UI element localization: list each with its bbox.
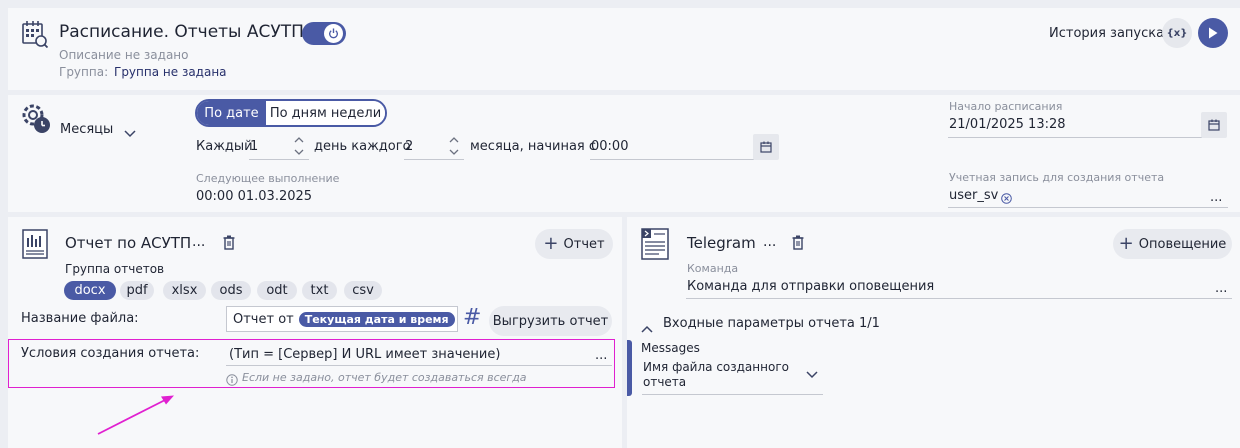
conditions-label: Условия создания отчета: — [21, 346, 200, 361]
account-chip: user_sv — [949, 188, 999, 203]
export-report-button[interactable]: Выгрузить отчет — [489, 306, 612, 336]
months-from-label: месяца, начиная с — [470, 139, 597, 154]
schedule-start-underline — [948, 137, 1202, 138]
format-chip-txt[interactable]: txt — [302, 281, 337, 300]
conditions-value[interactable]: (Тип = [Сервер] И URL имеет значение) — [229, 347, 500, 362]
report-more-button[interactable]: ... — [192, 234, 205, 250]
messages-underline — [642, 394, 823, 395]
add-notification-button[interactable]: + Оповещение — [1113, 229, 1232, 259]
report-delete-icon[interactable] — [223, 235, 235, 254]
chevron-up-icon[interactable] — [641, 318, 653, 337]
conditions-hint: Если не задано, отчет будет создаваться … — [242, 371, 527, 384]
start-time-underline — [590, 159, 754, 160]
command-label: Команда — [687, 262, 739, 275]
day-of-each-label: день каждого — [314, 139, 411, 154]
add-report-button[interactable]: + Отчет — [535, 229, 613, 259]
schedule-mode-tabs: По дате По дням недели — [195, 99, 387, 127]
conditions-more-button[interactable]: ... — [595, 348, 607, 363]
filename-label: Название файла: — [21, 311, 139, 326]
calendar-schedule-icon — [22, 20, 49, 52]
account-underline — [948, 207, 1228, 208]
conditions-underline — [226, 365, 612, 366]
schedule-panel: Месяцы По дате По дням недели Каждый 1 д… — [8, 95, 1240, 212]
format-chip-docx[interactable]: docx — [64, 281, 116, 300]
hash-icon[interactable]: # — [463, 305, 481, 330]
start-calendar-button[interactable] — [1201, 112, 1227, 138]
input-params-header[interactable]: Входные параметры отчета 1/1 — [663, 316, 880, 331]
messages-label: Messages — [641, 341, 700, 355]
page-title: Расписание. Отчеты АСУТП — [59, 22, 304, 42]
format-chip-xlsx[interactable]: xlsx — [163, 281, 206, 300]
months-underline — [404, 159, 464, 160]
next-run-label: Следующее выполнение — [196, 172, 340, 185]
period-select-value[interactable]: Месяцы — [60, 122, 113, 137]
chevron-down-icon[interactable] — [806, 364, 818, 383]
command-input[interactable]: Команда для отправки оповещения — [687, 279, 934, 294]
calendar-icon — [1208, 119, 1220, 131]
format-chip-csv[interactable]: csv — [344, 281, 382, 300]
format-chip-pdf[interactable]: pdf — [120, 281, 154, 300]
start-time-input[interactable]: 00:00 — [591, 139, 628, 154]
report-document-icon — [22, 229, 48, 263]
account-label: Учетная запись для создания отчета — [949, 171, 1165, 184]
every-label: Каждый — [196, 139, 253, 154]
plus-icon: + — [1118, 233, 1134, 254]
play-icon — [1209, 27, 1218, 39]
calendar-icon — [760, 141, 772, 153]
variables-button[interactable]: {x} — [1162, 18, 1192, 48]
annotation-arrow — [97, 395, 174, 435]
schedule-start-label: Начало расписания — [949, 100, 1063, 113]
schedule-clock-gear-icon — [20, 102, 52, 138]
header-panel: Расписание. Отчеты АСУТП Описание не зад… — [8, 8, 1240, 90]
filename-prefix: Отчет от — [233, 311, 294, 327]
tab-by-date[interactable]: По дате — [197, 101, 266, 125]
notification-panel: Telegram ... + Оповещение Команда Команд… — [627, 217, 1240, 448]
format-chip-ods[interactable]: ods — [211, 281, 251, 300]
telegram-document-icon — [641, 228, 669, 264]
tab-by-weekdays[interactable]: По дням недели — [266, 101, 385, 125]
next-run-value: 00:00 01.03.2025 — [196, 189, 313, 204]
account-remove-icon[interactable] — [1001, 189, 1012, 208]
enabled-toggle[interactable] — [302, 22, 346, 45]
filename-input[interactable]: Отчет от Текущая дата и время — [226, 306, 458, 332]
messages-select-line2[interactable]: отчета — [643, 375, 686, 389]
run-button[interactable] — [1198, 18, 1228, 48]
notification-title: Telegram — [687, 234, 756, 252]
power-icon — [328, 28, 339, 39]
months-input[interactable]: 2 — [405, 139, 413, 154]
notification-delete-icon[interactable] — [792, 235, 804, 254]
report-group-label: Группа отчетов — [65, 262, 165, 276]
plus-icon: + — [543, 233, 559, 254]
command-more-button[interactable]: ... — [1215, 281, 1227, 296]
format-chip-odt[interactable]: odt — [257, 281, 297, 300]
every-day-stepper[interactable] — [293, 135, 305, 157]
account-more-button[interactable]: ... — [1210, 190, 1222, 205]
notification-more-button[interactable]: ... — [763, 234, 776, 250]
schedule-start-input[interactable]: 21/01/2025 13:28 — [949, 117, 1066, 132]
launch-history-link[interactable]: История запуска — [1049, 26, 1164, 41]
months-stepper[interactable] — [448, 135, 460, 157]
info-icon — [226, 371, 238, 390]
group-label: Группа: — [59, 65, 109, 79]
every-day-underline — [249, 159, 309, 160]
time-calendar-button[interactable] — [753, 134, 779, 160]
selected-param-indicator — [627, 340, 632, 396]
group-value-link[interactable]: Группа не задана — [114, 65, 227, 79]
report-title: Отчет по АСУТП — [65, 234, 192, 252]
filename-token-chip[interactable]: Текущая дата и время — [298, 311, 455, 327]
command-underline — [686, 298, 1232, 299]
chevron-down-icon[interactable] — [124, 123, 136, 142]
messages-select-line1[interactable]: Имя файла созданного — [643, 360, 789, 374]
variables-icon: {x} — [1166, 27, 1188, 39]
description-text: Описание не задано — [59, 48, 189, 62]
